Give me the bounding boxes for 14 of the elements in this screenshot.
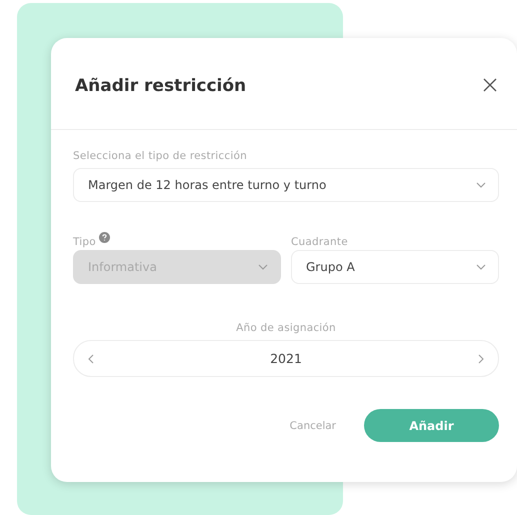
chevron-left-icon[interactable] [88,354,94,364]
field-label: Selecciona el tipo de restricción [73,150,248,162]
field-label: Tipo [73,235,96,248]
field-label: Año de asignación [235,322,337,334]
chevron-down-icon [476,264,486,270]
restriction-type-select[interactable]: Margen de 12 horas entre turno y turno [73,168,499,202]
chevron-down-icon [258,264,268,270]
dropdown-select[interactable]: Grupo A [291,250,499,284]
chevron-down-icon [476,182,486,188]
close-icon[interactable] [483,78,497,92]
dialog-title: Añadir restricción [75,76,246,96]
field-label: Cuadrante [291,235,348,248]
year-stepper[interactable]: 2021 [73,340,499,377]
chevron-right-icon[interactable] [478,354,484,364]
